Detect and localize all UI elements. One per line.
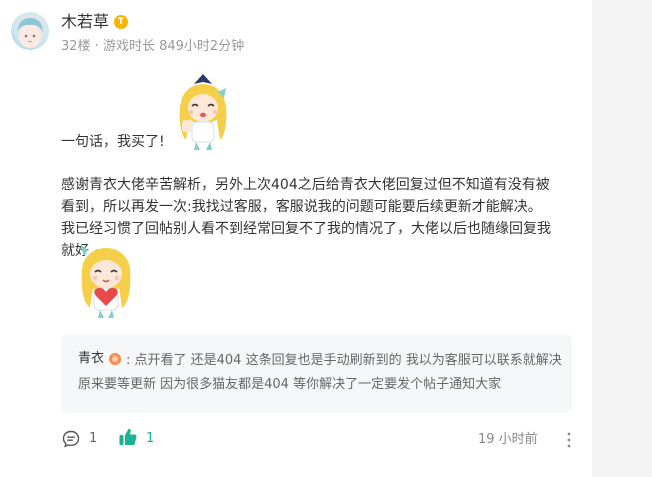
reply-author-name[interactable]: 青衣 bbox=[78, 349, 104, 369]
comment-icon[interactable] bbox=[62, 430, 80, 448]
reply-preview[interactable]: : 点开看了 还是404 这条回复也是手动刷新到的 我以为客服可以联系就解决 原… bbox=[61, 334, 572, 413]
right-gutter bbox=[592, 0, 652, 477]
anime-girl-heart-sticker bbox=[80, 244, 131, 318]
more-vertical-icon[interactable] bbox=[566, 430, 572, 450]
author-name[interactable]: 木若草 bbox=[61, 11, 109, 33]
avatar[interactable] bbox=[11, 12, 49, 50]
post-time: 19 小时前 bbox=[478, 432, 538, 447]
thumbs-up-icon[interactable] bbox=[118, 427, 138, 447]
post-line-1: 一句话，我买了! bbox=[61, 134, 165, 150]
author-badge-icon: T bbox=[114, 15, 128, 29]
comment-count: 1 bbox=[89, 431, 98, 446]
reply-author-badge-icon bbox=[109, 353, 121, 365]
anime-girl-sticker bbox=[179, 74, 227, 150]
reply-text: : 点开看了 还是404 这条回复也是手动刷新到的 我以为客服可以联系就解决 原… bbox=[78, 353, 562, 392]
post-meta: 32楼 · 游戏时长 849小时2分钟 bbox=[61, 39, 245, 54]
like-count: 1 bbox=[146, 431, 155, 446]
